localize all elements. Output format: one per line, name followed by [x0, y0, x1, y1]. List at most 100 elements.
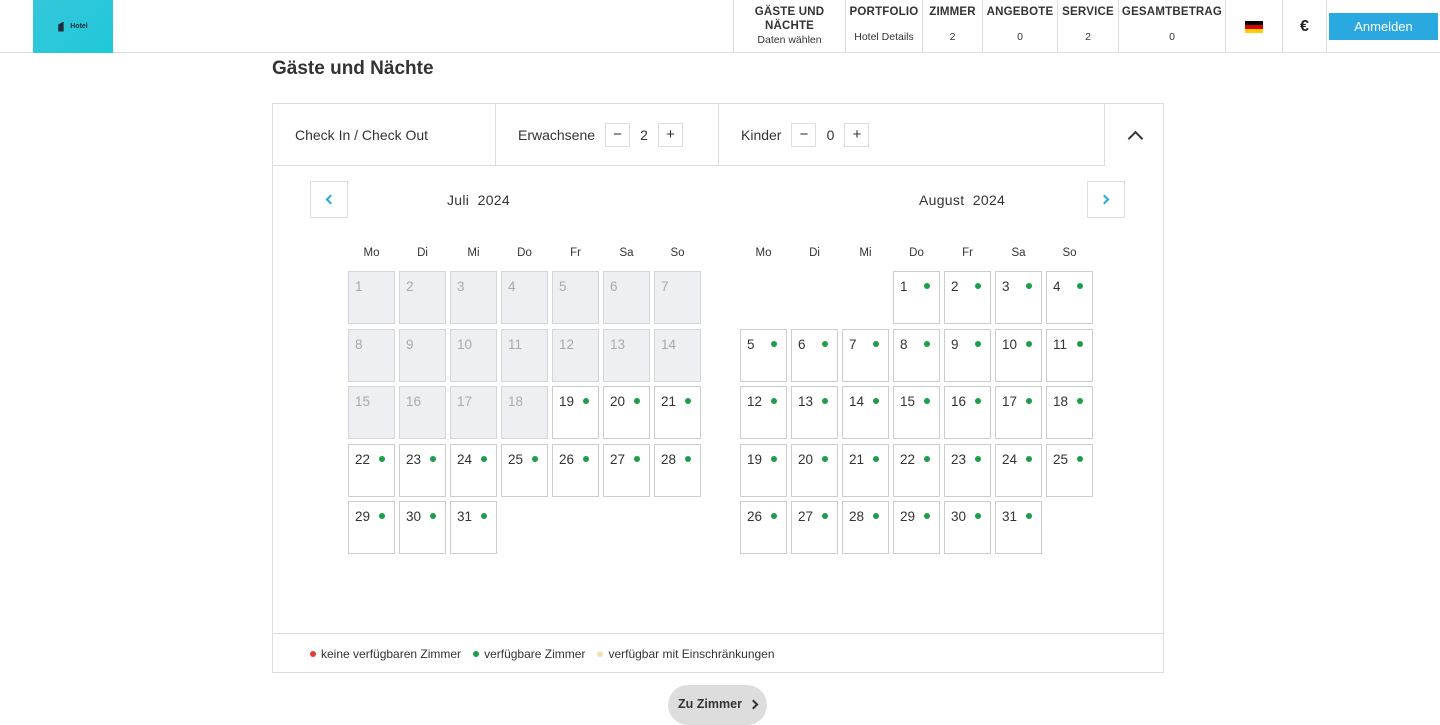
next-month-button[interactable] [1087, 181, 1125, 218]
calendar-day[interactable]: 27 [603, 443, 650, 497]
calendar-day: 4 [501, 271, 548, 324]
calendar-day: 17 [450, 386, 497, 439]
calendar-day[interactable]: 28 [842, 501, 889, 554]
calendar-day[interactable]: 22 [893, 443, 940, 497]
chevron-right-icon [748, 699, 759, 709]
availability-dot-icon [771, 455, 777, 462]
calendar-day[interactable]: 5 [740, 328, 787, 382]
calendar-day[interactable]: 19 [740, 443, 787, 497]
calendar-day[interactable]: 7 [842, 328, 889, 382]
calendar-day[interactable]: 23 [399, 443, 446, 497]
day-number: 17 [1002, 394, 1018, 409]
calendar-day: 2 [399, 271, 446, 324]
calendar-day[interactable]: 31 [995, 501, 1042, 554]
calendar-day[interactable]: 27 [791, 501, 838, 554]
day-number: 28 [849, 509, 865, 524]
calendar-day[interactable]: 19 [552, 386, 599, 439]
to-rooms-label: Zu Zimmer [678, 697, 742, 711]
nav-portfolio[interactable]: PORTFOLIO Hotel Details [845, 0, 922, 53]
checkin-checkout-label: Check In / Check Out [295, 126, 429, 143]
calendar-day[interactable]: 30 [399, 501, 446, 554]
day-number: 7 [661, 279, 669, 294]
nav-total[interactable]: GESAMTBETRAG 0 [1118, 0, 1225, 53]
day-number: 4 [508, 279, 516, 294]
calendar-day[interactable]: 21 [842, 443, 889, 497]
calendar-day[interactable]: 26 [740, 501, 787, 554]
calendar-day: 3 [450, 271, 497, 324]
calendar-day[interactable]: 31 [450, 501, 497, 554]
availability-dot-icon [873, 340, 879, 347]
calendar-day[interactable]: 20 [791, 443, 838, 497]
nav-title: GESAMTBETRAG [1121, 6, 1223, 18]
calendar-day[interactable]: 24 [450, 443, 497, 497]
weekday-header: Di [809, 247, 820, 259]
availability-dot-icon [430, 513, 436, 519]
calendar-day[interactable]: 24 [995, 443, 1042, 497]
calendar-day[interactable]: 28 [654, 443, 701, 497]
calendar-day[interactable]: 15 [893, 386, 940, 439]
calendar-day[interactable]: 3 [995, 271, 1042, 324]
kids-minus-button[interactable]: − [791, 122, 817, 147]
nav-guests-nights[interactable]: GÄSTE UND NÄCHTE Daten wählen [733, 0, 845, 53]
nav-rooms[interactable]: ZIMMER 2 [922, 0, 982, 53]
availability-dot-icon [1077, 398, 1083, 404]
calendar-day[interactable]: 4 [1046, 271, 1093, 324]
calendar-day[interactable]: 18 [1046, 386, 1093, 439]
nav-service[interactable]: SERVICE 2 [1057, 0, 1118, 53]
calendar-day[interactable]: 11 [1046, 328, 1093, 382]
availability-legend: keine verfügbaren Zimmer verfügbare Zimm… [273, 633, 1163, 673]
calendar-day[interactable]: 25 [501, 443, 548, 497]
calendar-day[interactable]: 22 [348, 443, 395, 497]
availability-dot-icon [822, 398, 828, 404]
nav-offers[interactable]: ANGEBOTE 0 [982, 0, 1057, 53]
legend-item: verfügbar mit Einschränkungen [597, 647, 775, 661]
currency-selector[interactable]: € [1282, 0, 1327, 53]
calendar-day[interactable]: 30 [944, 501, 991, 554]
calendar-day[interactable]: 10 [995, 328, 1042, 382]
booking-steps-nav: GÄSTE UND NÄCHTE Daten wählen PORTFOLIO … [733, 0, 1327, 53]
calendar-day[interactable]: 8 [893, 328, 940, 382]
login-button[interactable]: Anmelden [1329, 13, 1438, 40]
day-number: 29 [900, 509, 916, 524]
day-number: 1 [900, 279, 908, 294]
calendar-day[interactable]: 21 [654, 386, 701, 439]
weekday-header: Do [517, 247, 532, 259]
legend-label: keine verfügbaren Zimmer [321, 646, 462, 661]
calendar-day[interactable]: 20 [603, 386, 650, 439]
calendar-day[interactable]: 12 [740, 386, 787, 439]
calendar-day[interactable]: 1 [893, 271, 940, 324]
checkin-checkout-field[interactable]: Check In / Check Out [273, 104, 496, 165]
language-selector[interactable] [1225, 0, 1282, 53]
calendar-day: 14 [654, 328, 701, 382]
calendar-day[interactable]: 29 [893, 501, 940, 554]
day-number: 27 [610, 451, 626, 467]
calendar-day[interactable]: 13 [791, 386, 838, 439]
day-number: 15 [900, 394, 916, 409]
to-rooms-button[interactable]: Zu Zimmer [668, 685, 767, 725]
calendar-day[interactable]: 25 [1046, 443, 1093, 497]
adults-plus-button[interactable]: + [658, 122, 684, 147]
adults-minus-button[interactable]: − [605, 122, 631, 147]
calendar-day[interactable]: 17 [995, 386, 1042, 439]
calendar-day[interactable]: 23 [944, 443, 991, 497]
calendar-day: 6 [603, 271, 650, 324]
previous-month-button[interactable] [310, 181, 348, 218]
calendar-day[interactable]: 16 [944, 386, 991, 439]
hotel-logo[interactable]: Hotel [33, 0, 113, 53]
day-number: 2 [406, 279, 414, 294]
adults-label: Erwachsene [518, 126, 596, 143]
calendar-day[interactable]: 26 [552, 443, 599, 497]
availability-dot-icon [532, 455, 538, 462]
logo-icon [58, 21, 64, 32]
calendar-day[interactable]: 29 [348, 501, 395, 554]
collapse-button[interactable] [1105, 104, 1165, 166]
availability-dot-icon [1026, 283, 1032, 289]
calendar-day[interactable]: 9 [944, 328, 991, 382]
calendar-day[interactable]: 2 [944, 271, 991, 324]
calendar-day[interactable]: 14 [842, 386, 889, 439]
kids-field: Kinder − 0 + [719, 104, 1105, 165]
calendar-day: 5 [552, 271, 599, 324]
calendar-day[interactable]: 6 [791, 328, 838, 382]
kids-plus-button[interactable]: + [844, 122, 870, 147]
availability-dot-icon [771, 340, 777, 347]
